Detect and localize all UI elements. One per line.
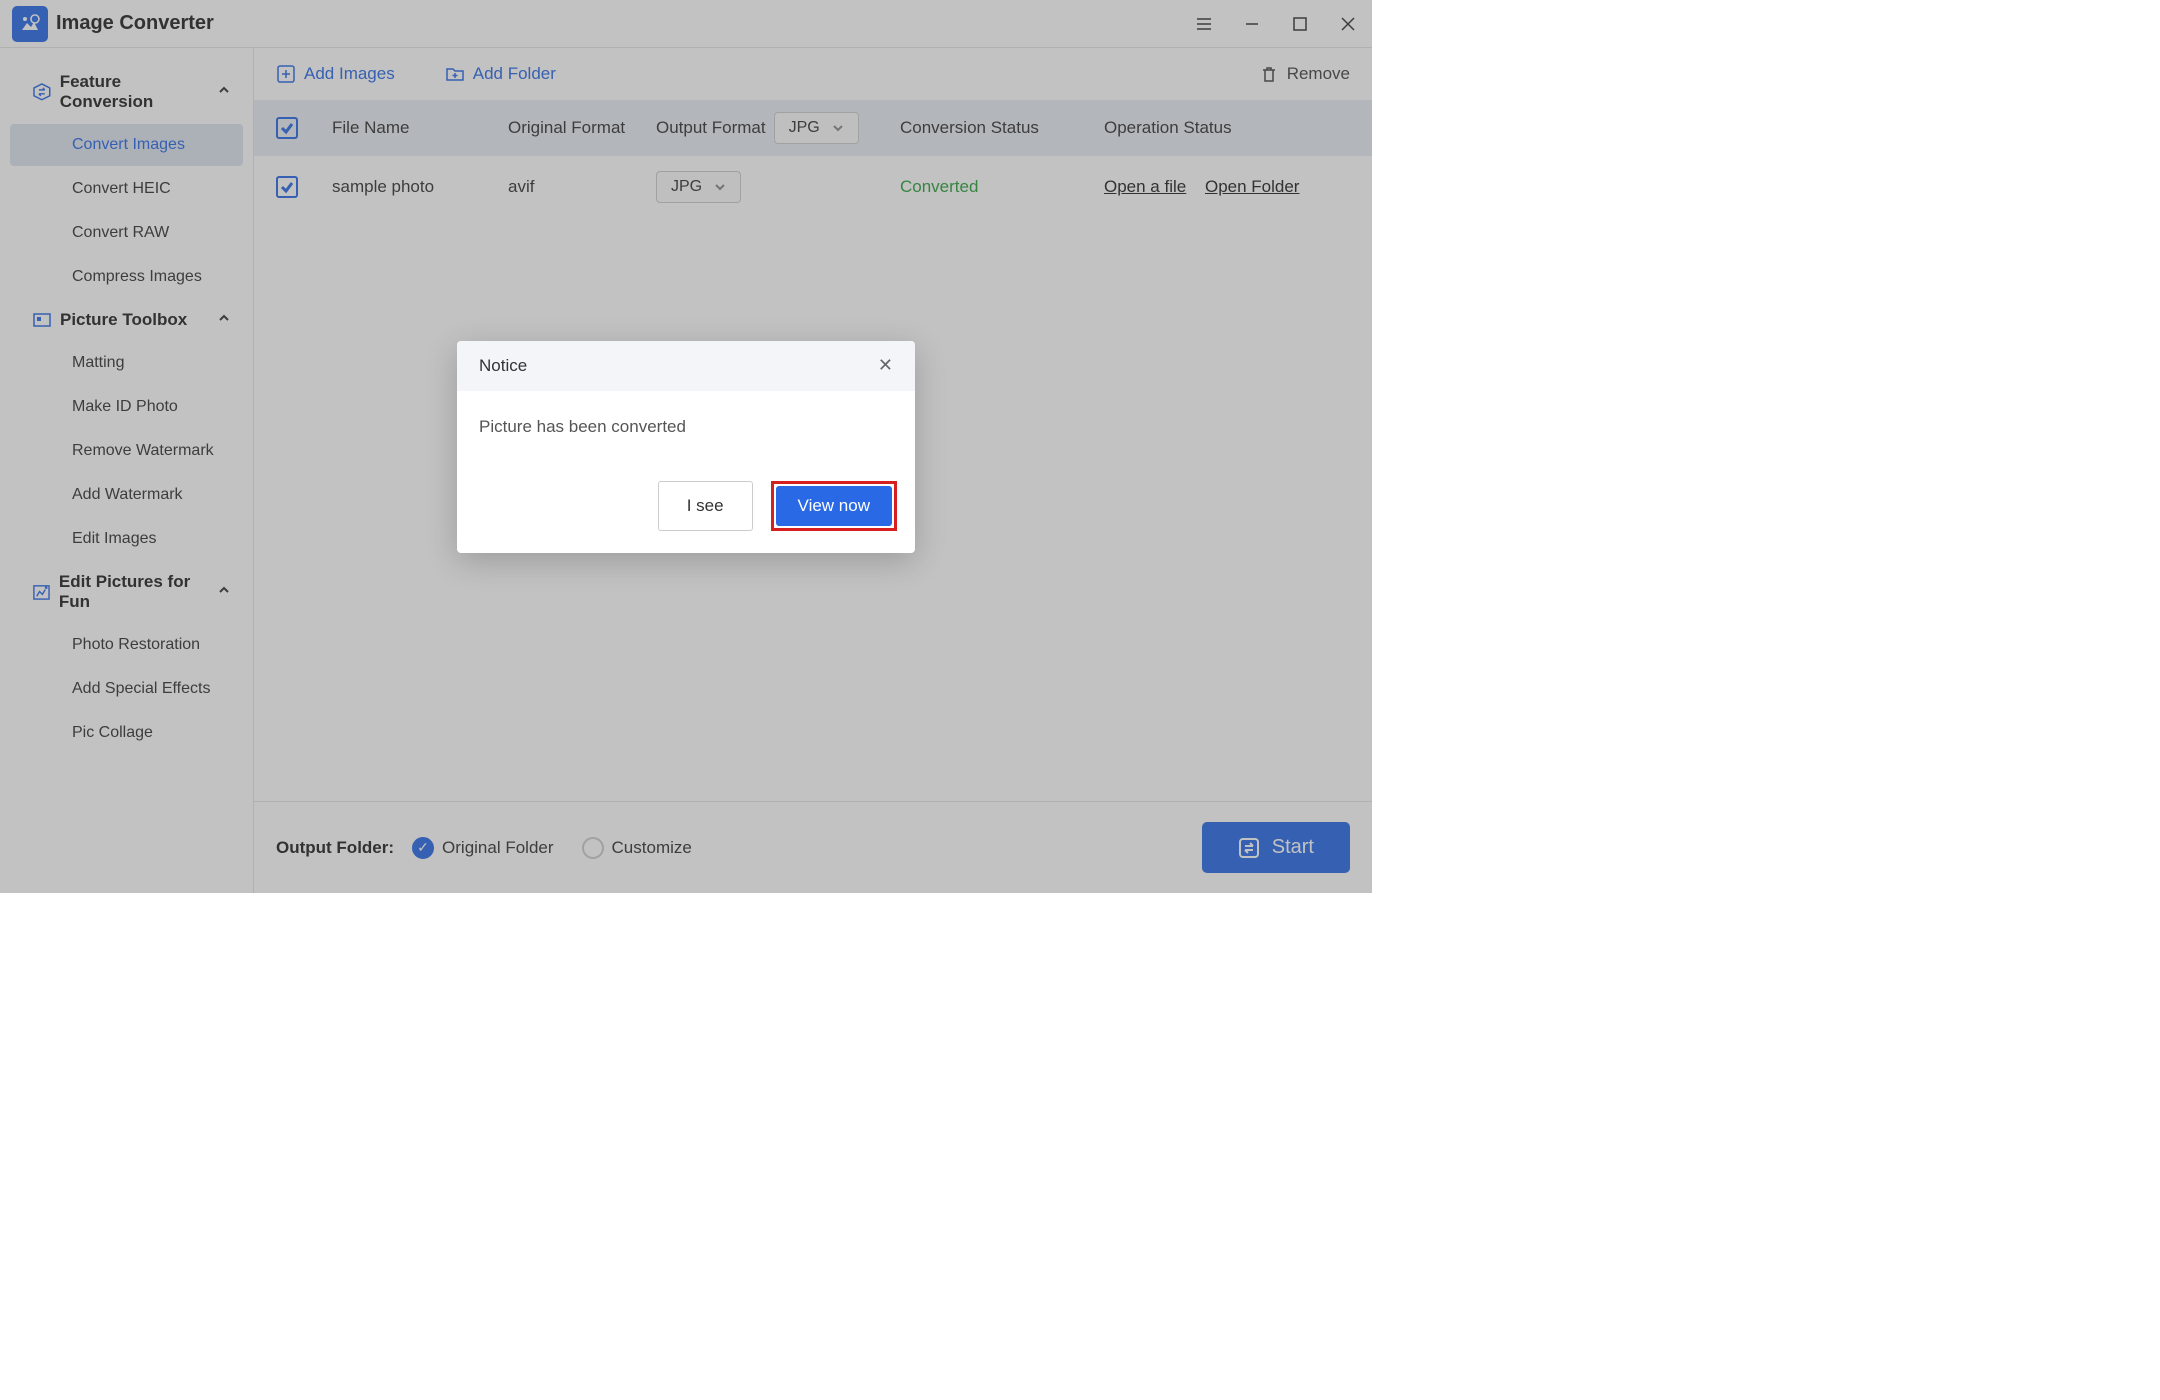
i-see-button[interactable]: I see	[658, 481, 753, 531]
view-now-highlight: View now	[771, 481, 897, 531]
modal-footer: I see View now	[457, 469, 915, 553]
notice-modal: Notice ✕ Picture has been converted I se…	[457, 341, 915, 553]
modal-overlay: Notice ✕ Picture has been converted I se…	[0, 0, 1372, 893]
modal-body: Picture has been converted	[457, 391, 915, 469]
modal-title: Notice	[479, 356, 527, 376]
modal-header: Notice ✕	[457, 341, 915, 391]
modal-close-icon[interactable]: ✕	[878, 355, 893, 376]
view-now-button[interactable]: View now	[776, 486, 892, 526]
